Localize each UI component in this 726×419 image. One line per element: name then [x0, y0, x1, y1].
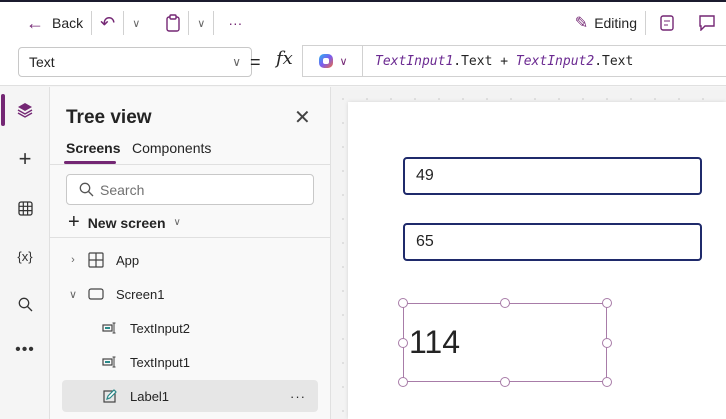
resize-handle[interactable] — [602, 338, 612, 348]
pencil-icon: ✎ — [574, 15, 589, 32]
resize-handle[interactable] — [602, 377, 612, 387]
search-placeholder: Search — [100, 181, 145, 198]
text-input-2[interactable]: 65 — [403, 223, 702, 261]
screen-icon — [84, 288, 108, 300]
node-label: TextInput1 — [130, 354, 190, 370]
formula-token: .Text — [594, 53, 634, 69]
copilot-button[interactable]: ∨ — [303, 46, 363, 76]
tab-screens[interactable]: Screens — [66, 140, 120, 156]
notes-icon — [660, 15, 674, 31]
resize-handle[interactable] — [398, 338, 408, 348]
tree-node-textinput2[interactable]: TextInput2 — [62, 312, 318, 344]
editing-label: Editing — [594, 15, 637, 31]
search-icon — [79, 182, 94, 197]
paste-button[interactable] — [148, 2, 188, 44]
comment-icon — [699, 15, 715, 31]
formula-token: .Text + — [453, 53, 516, 69]
chevron-down-icon: ∨ — [232, 55, 241, 69]
more-label: ··· — [228, 15, 243, 31]
tree-view-rail-button[interactable] — [13, 98, 37, 122]
paste-dropdown[interactable]: ∨ — [189, 2, 213, 44]
formula-token: TextInput2 — [515, 53, 595, 69]
text-input-value: 65 — [416, 233, 434, 250]
search-input[interactable]: Search — [66, 174, 314, 205]
plus-icon: + — [18, 146, 32, 171]
arrow-left-icon: ← — [26, 12, 44, 33]
data-rail-button[interactable] — [13, 196, 37, 220]
undo-dropdown[interactable]: ∨ — [124, 2, 148, 44]
resize-handle[interactable] — [398, 377, 408, 387]
close-icon: ✕ — [294, 107, 311, 129]
comments-button[interactable] — [688, 2, 726, 44]
variables-rail-button[interactable]: {x} — [13, 244, 37, 268]
node-label: Screen1 — [116, 286, 165, 302]
tree-node-app[interactable]: › App — [62, 244, 318, 276]
active-indicator — [1, 94, 5, 126]
node-label: TextInput2 — [130, 320, 190, 336]
tree-node-screen1[interactable]: ∨ Screen1 — [62, 278, 318, 310]
panel-title: Tree view — [66, 107, 152, 128]
resize-handle[interactable] — [500, 377, 510, 387]
chevron-right-icon[interactable]: › — [62, 254, 84, 266]
text-input-icon — [98, 356, 122, 368]
text-input-1[interactable]: 49 — [403, 157, 702, 195]
chevron-down-icon: ∨ — [173, 217, 181, 228]
label-edit-icon — [98, 389, 122, 403]
fx-icon: fx — [276, 48, 293, 69]
app-icon — [84, 252, 108, 268]
node-label: App — [116, 252, 140, 268]
new-screen-button[interactable]: + New screen ∨ — [68, 211, 181, 234]
clipboard-icon — [166, 14, 180, 32]
command-bar: ← Back ↶ ∨ ∨ ··· ✎ Editing — [0, 2, 726, 44]
tab-components[interactable]: Components — [132, 140, 211, 156]
more-rail-button[interactable]: ••• — [13, 338, 37, 362]
property-value: Text — [29, 54, 55, 70]
back-label: Back — [52, 15, 84, 31]
insert-rail-button[interactable]: + — [13, 146, 37, 171]
tree-view-panel: Tree view ✕ Screens Components Search + … — [50, 87, 331, 419]
node-more-button[interactable]: ··· — [290, 389, 306, 404]
close-button[interactable]: ✕ — [294, 105, 311, 130]
tree-node-textinput1[interactable]: TextInput1 — [62, 346, 318, 378]
formula-token: TextInput1 — [375, 53, 454, 69]
undo-button[interactable]: ↶ — [92, 2, 123, 44]
text-input-value: 49 — [416, 167, 434, 184]
formula-text: TextInput1.Text + TextInput2.Text — [363, 54, 633, 69]
table-icon — [17, 200, 33, 216]
chevron-down-icon: ∨ — [339, 55, 348, 68]
back-button[interactable]: ← Back — [0, 2, 91, 44]
property-dropdown[interactable]: Text ∨ — [18, 47, 252, 77]
left-rail: + {x} ••• — [0, 87, 50, 419]
variables-icon: {x} — [17, 248, 33, 264]
label-control[interactable]: 114 — [403, 303, 607, 382]
divider — [50, 164, 330, 165]
equals-sign: = — [250, 52, 261, 72]
new-screen-label: New screen — [87, 214, 166, 231]
more-icon: ••• — [15, 341, 35, 358]
chevron-down-icon: ∨ — [132, 17, 141, 30]
notes-button[interactable] — [646, 2, 688, 44]
tree-node-label1[interactable]: Label1 ··· — [62, 380, 318, 412]
search-icon — [18, 297, 32, 311]
plus-icon: + — [68, 211, 80, 233]
resize-handle[interactable] — [602, 298, 612, 308]
search-rail-button[interactable] — [13, 292, 37, 316]
formula-input[interactable]: ∨ TextInput1.Text + TextInput2.Text — [302, 45, 726, 77]
more-button[interactable]: ··· — [214, 2, 250, 44]
text-input-icon — [98, 322, 122, 334]
resize-handle[interactable] — [398, 298, 408, 308]
copilot-icon — [319, 54, 334, 68]
chevron-down-icon: ∨ — [197, 17, 206, 30]
layers-icon — [17, 103, 33, 118]
undo-icon: ↶ — [100, 12, 116, 33]
divider — [50, 237, 330, 238]
label-value: 114 — [409, 324, 461, 360]
formula-bar: Text ∨ = fx ∨ TextInput1.Text + TextInpu… — [0, 44, 726, 86]
chevron-down-icon[interactable]: ∨ — [62, 288, 84, 301]
editing-button[interactable]: ✎ Editing — [567, 2, 645, 44]
node-label: Label1 — [130, 388, 170, 404]
resize-handle[interactable] — [500, 298, 510, 308]
